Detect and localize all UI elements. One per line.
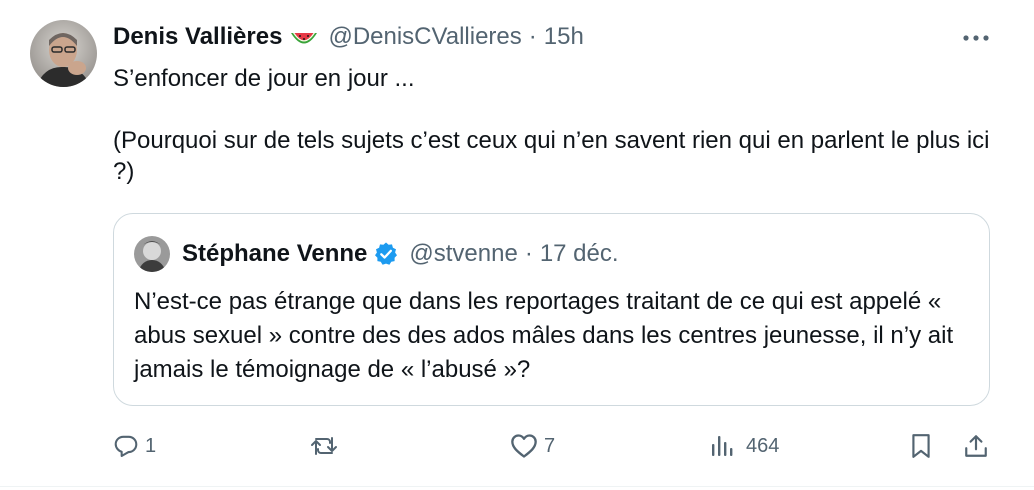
separator-dot: · <box>524 240 533 267</box>
separator-dot: · <box>528 23 537 50</box>
like-button[interactable]: 7 <box>510 428 555 464</box>
reply-count: 1 <box>145 434 157 457</box>
views-icon <box>712 436 733 456</box>
quoted-tweet-time[interactable]: 17 déc. <box>540 238 619 270</box>
quoted-tweet-text: N’est-ce pas étrange que dans les report… <box>134 288 954 383</box>
tweet-text-paragraph: (Pourquoi sur de tels sujets c’est ceux … <box>113 127 990 185</box>
divider <box>0 486 1034 487</box>
author-avatar[interactable] <box>30 20 97 87</box>
retweet-icon <box>311 437 337 455</box>
author-name[interactable]: Denis Vallières <box>113 21 282 53</box>
share-icon <box>965 435 987 457</box>
tweet-header: Denis Vallières @DenisCVallieres · 15h <box>113 21 584 53</box>
like-icon <box>511 434 537 458</box>
tweet-time[interactable]: 15h <box>544 21 584 53</box>
tweet-text: S’enfoncer de jour en jour ... (Pourquoi… <box>113 63 993 187</box>
watermelon-icon <box>290 27 318 47</box>
reply-button[interactable]: 1 <box>113 428 156 464</box>
views-count: 464 <box>746 434 780 457</box>
quoted-author-handle[interactable]: @stvenne <box>409 238 517 270</box>
tweet-actions: 1 7 464 <box>113 428 993 464</box>
more-options-button[interactable] <box>958 26 994 50</box>
share-button[interactable] <box>963 428 989 464</box>
quoted-tweet-header: Stéphane Venne @stvenne · 17 déc. <box>182 238 619 270</box>
like-count: 7 <box>544 434 556 457</box>
verified-badge-icon <box>373 241 399 267</box>
retweet-button[interactable] <box>310 428 344 464</box>
more-icon <box>963 35 989 41</box>
quoted-author-name[interactable]: Stéphane Venne <box>182 238 367 270</box>
tweet-card[interactable]: Denis Vallières @DenisCVallieres · 15h S… <box>0 0 1034 490</box>
tweet-text-line: S’enfoncer de jour en jour ... <box>113 65 415 92</box>
quoted-tweet-card[interactable]: Stéphane Venne @stvenne · 17 déc. N’est-… <box>113 213 990 406</box>
quoted-author-avatar[interactable] <box>134 236 170 272</box>
reply-icon <box>114 435 138 457</box>
bookmark-icon <box>912 434 930 458</box>
views-button[interactable]: 464 <box>710 428 779 464</box>
bookmark-button[interactable] <box>910 428 932 464</box>
author-handle[interactable]: @DenisCVallieres <box>328 21 521 53</box>
